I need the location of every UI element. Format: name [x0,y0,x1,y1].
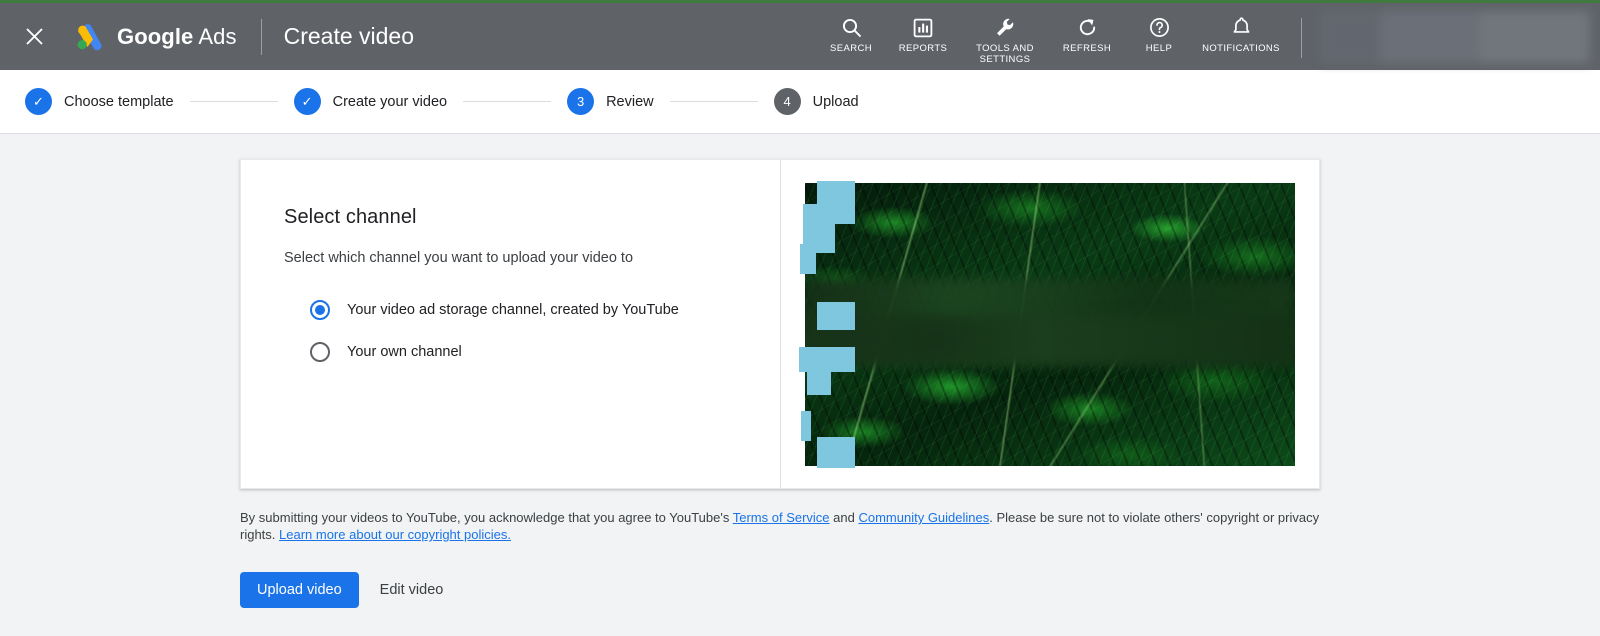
google-ads-logo-icon [77,23,102,50]
brand-google-label: Google [117,23,194,49]
step-review[interactable]: 3 Review [567,88,654,115]
app-header: Google Ads Create video SEARCH REPORTS T… [0,3,1600,70]
step-choose-template[interactable]: ✓ Choose template [25,88,174,115]
brand-logo[interactable]: Google Ads [73,22,237,52]
terms-of-service-link[interactable]: Terms of Service [733,510,830,525]
radio-option-storage-channel[interactable]: Your video ad storage channel, created b… [284,289,780,331]
brand-text: Google Ads [117,24,237,50]
radio-button[interactable] [310,342,330,362]
channel-radio-group: Your video ad storage channel, created b… [284,289,780,373]
header-tool-notifications[interactable]: NOTIFICATIONS [1195,16,1287,54]
header-tool-refresh-label: REFRESH [1062,43,1112,54]
main-content: Select channel Select which channel you … [0,134,1600,636]
edit-video-button[interactable]: Edit video [367,572,457,608]
radio-button[interactable] [310,300,330,320]
upload-video-button[interactable]: Upload video [240,572,359,608]
step-label: Upload [812,93,859,110]
search-icon [841,16,862,39]
help-icon [1149,16,1170,39]
refresh-icon [1077,16,1098,39]
preview-text-redaction-band-2 [805,315,1295,364]
step-marker: 3 [567,88,595,115]
radio-option-label: Your own channel [347,344,462,360]
redaction-block [817,436,855,468]
header-tool-notifications-label: NOTIFICATIONS [1202,43,1280,54]
bell-icon [1232,16,1251,39]
header-tool-reports-label: REPORTS [898,43,948,54]
legal-text-part1: By submitting your videos to YouTube, yo… [240,510,733,525]
close-icon[interactable] [17,20,51,54]
step-create-your-video[interactable]: ✓ Create your video [293,88,448,115]
step-connector [189,101,278,102]
legal-disclaimer: By submitting your videos to YouTube, yo… [240,509,1320,543]
header-tool-reports[interactable]: REPORTS [887,16,959,54]
redaction-block [807,368,831,395]
header-tool-refresh[interactable]: REFRESH [1051,16,1123,54]
redaction-block [800,243,816,274]
step-label: Review [606,93,654,110]
select-channel-card: Select channel Select which channel you … [240,159,1320,489]
legal-text-part2: and [829,510,859,525]
step-marker: ✓ [293,88,321,115]
header-divider [260,18,262,55]
action-buttons: Upload video Edit video [240,572,1600,608]
header-tool-help-label: HELP [1145,43,1173,54]
community-guidelines-link[interactable]: Community Guidelines [858,510,989,525]
video-preview[interactable] [799,180,1295,468]
step-marker: ✓ [25,88,52,115]
header-tools-divider [1301,18,1302,58]
step-label: Choose template [64,93,174,110]
step-marker: 4 [773,88,801,115]
step-label: Create your video [332,93,448,110]
header-tool-search-label: SEARCH [830,43,872,54]
video-preview-panel [781,160,1319,488]
step-connector [669,101,758,102]
redaction-block [817,301,855,330]
radio-option-own-channel[interactable]: Your own channel [284,331,780,373]
account-chip-redacted[interactable] [1320,10,1590,63]
video-preview-frame [805,182,1295,466]
wrench-icon [995,16,1016,39]
select-channel-subtitle: Select which channel you want to upload … [284,250,634,266]
header-tool-search[interactable]: SEARCH [815,16,887,54]
reports-icon [913,16,933,39]
header-tool-help[interactable]: HELP [1123,16,1195,54]
progress-stepper: ✓ Choose template ✓ Create your video 3 … [0,70,1600,134]
header-tools: SEARCH REPORTS TOOLS AND SETTINGS REFRES… [815,3,1302,70]
redaction-block [801,410,811,441]
header-tool-tools-and-settings-label: TOOLS AND SETTINGS [976,43,1034,65]
select-channel-panel: Select channel Select which channel you … [241,160,781,488]
brand-ads-label: Ads [198,23,237,49]
page-title: Create video [283,23,415,49]
radio-option-label: Your video ad storage channel, created b… [347,302,679,318]
step-upload[interactable]: 4 Upload [773,88,859,115]
select-channel-title: Select channel [284,206,417,228]
header-tool-tools-and-settings[interactable]: TOOLS AND SETTINGS [959,16,1051,65]
copyright-policies-link[interactable]: Learn more about our copyright policies. [279,527,511,542]
step-connector [463,101,552,102]
